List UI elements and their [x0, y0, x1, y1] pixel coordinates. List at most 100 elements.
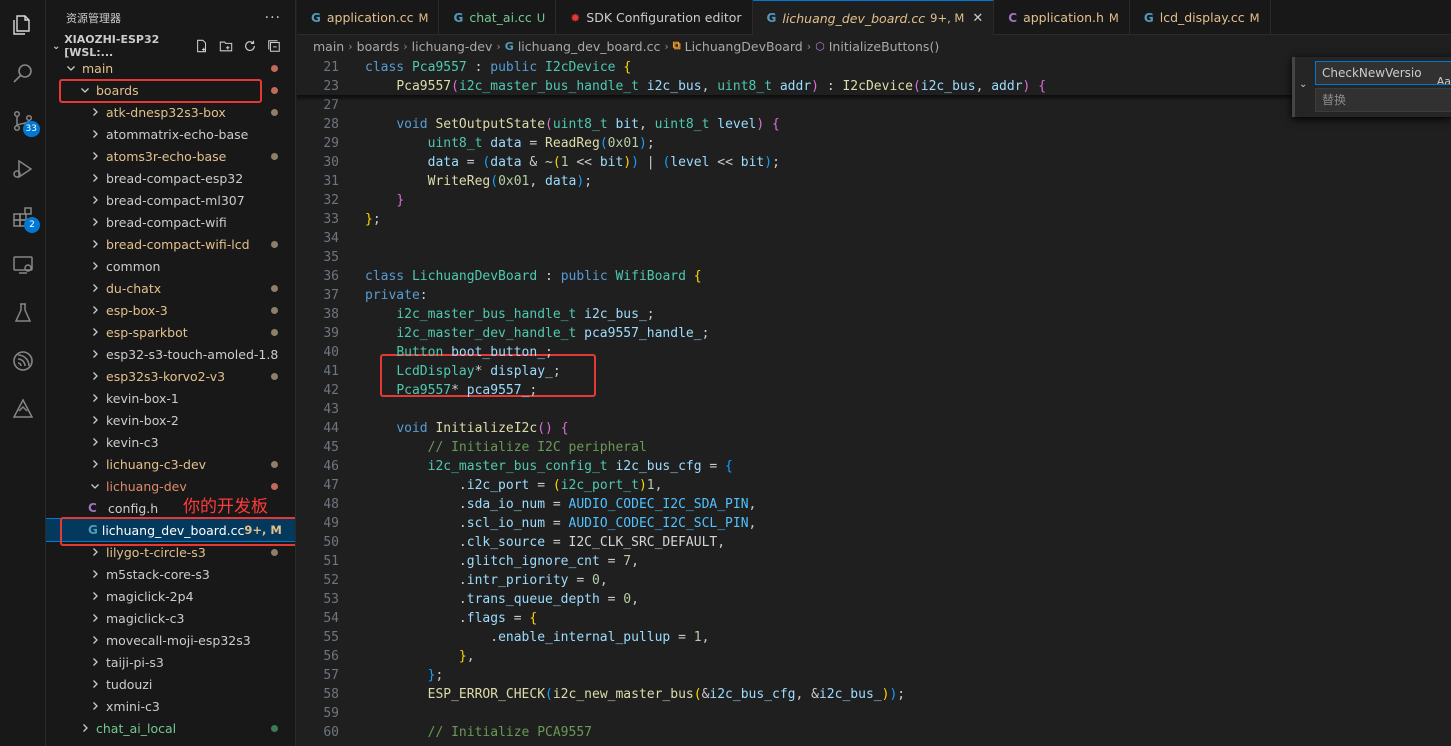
- chevron-right-icon: ›: [348, 39, 353, 53]
- breadcrumb-lichuang-dev[interactable]: lichuang-dev: [412, 39, 493, 54]
- explorer-icon[interactable]: [8, 10, 38, 40]
- chevron-right-icon: ›: [806, 39, 812, 53]
- folder-item[interactable]: esp-sparkbot: [46, 321, 295, 343]
- folder-item[interactable]: kevin-box-2: [46, 409, 295, 431]
- breadcrumb-boards[interactable]: boards: [357, 39, 400, 54]
- editor-tab[interactable]: Glcd_display.cc M: [1130, 0, 1271, 35]
- chevron-right-icon: [88, 149, 102, 163]
- folder-item[interactable]: main: [46, 57, 295, 79]
- line-number: 60: [323, 725, 339, 740]
- search-icon[interactable]: [8, 58, 38, 88]
- breadcrumb-file[interactable]: lichuang_dev_board.cc: [518, 39, 661, 54]
- tab-label: application.cc: [326, 10, 414, 25]
- folder-item[interactable]: kevin-box-1: [46, 387, 295, 409]
- collapse-all-icon[interactable]: [265, 37, 283, 55]
- esp-idf-icon[interactable]: [8, 346, 38, 376]
- line-number: 46: [323, 459, 339, 474]
- editor-tab[interactable]: Gchat_ai.cc U: [439, 0, 557, 35]
- editor-tab[interactable]: Gapplication.cc M: [297, 0, 440, 35]
- sticky-scroll-shadow: [297, 95, 1451, 101]
- extensions-icon[interactable]: 2: [8, 202, 40, 233]
- folder-item[interactable]: bread-compact-esp32: [46, 167, 295, 189]
- tree-item-label: kevin-c3: [106, 434, 159, 450]
- tree-item-label: tudouzi: [106, 676, 153, 692]
- folder-item[interactable]: esp32-s3-touch-amoled-1.8: [46, 343, 295, 365]
- refresh-icon[interactable]: [241, 37, 259, 55]
- code-text: Button boot_button_;: [396, 345, 553, 360]
- folder-item[interactable]: bread-compact-wifi: [46, 211, 295, 233]
- line-number: 52: [323, 573, 339, 588]
- line-number: 31: [323, 174, 339, 189]
- line-number: 32: [323, 193, 339, 208]
- activity-bar: 33 2: [0, 0, 46, 746]
- replace-input[interactable]: 替换: [1315, 88, 1451, 112]
- folder-item[interactable]: magiclick-2p4: [46, 585, 295, 607]
- modified-dot: [271, 548, 278, 556]
- more-actions-button[interactable]: ···: [265, 10, 281, 26]
- code-editor[interactable]: 21 class Pca9557 : public I2cDevice {23 P…: [297, 57, 1451, 746]
- folder-item[interactable]: bread-compact-wifi-lcd: [46, 233, 295, 255]
- folder-item[interactable]: taiji-pi-s3: [46, 651, 295, 673]
- file-item[interactable]: Glichuang_dev_board.cc 9+, M: [46, 518, 295, 542]
- folder-item[interactable]: m5stack-core-s3: [46, 563, 295, 585]
- breadcrumb-method[interactable]: InitializeButtons(): [829, 39, 939, 54]
- folder-item[interactable]: esp-box-3: [46, 299, 295, 321]
- folder-item[interactable]: boards: [46, 79, 295, 101]
- code-line: 47 .i2c_port = (i2c_port_t)1,: [297, 476, 1451, 495]
- match-case-toggle[interactable]: Aa: [1437, 71, 1451, 84]
- folder-item[interactable]: atoms3r-echo-base: [46, 145, 295, 167]
- folder-item[interactable]: movecall-moji-esp32s3: [46, 629, 295, 651]
- folder-item[interactable]: atommatrix-echo-base: [46, 123, 295, 145]
- folder-item[interactable]: tudouzi: [46, 673, 295, 695]
- source-control-icon[interactable]: 33: [8, 106, 40, 137]
- code-line: 43: [297, 400, 1451, 419]
- folder-item[interactable]: bread-compact-ml307: [46, 189, 295, 211]
- editor-tab[interactable]: Glichuang_dev_board.cc 9+, M ✕: [752, 0, 995, 35]
- folder-item[interactable]: magiclick-c3: [46, 607, 295, 629]
- code-text: .intr_priority = 0,: [365, 573, 608, 588]
- remote-explorer-icon[interactable]: [8, 250, 38, 280]
- code-line: 31 WriteReg(0x01, data);: [297, 172, 1451, 191]
- modified-dot: [271, 372, 278, 380]
- tree-item-label: m5stack-core-s3: [106, 566, 210, 582]
- folder-item[interactable]: kevin-c3: [46, 431, 295, 453]
- folder-item[interactable]: du-chatx: [46, 277, 295, 299]
- new-file-icon[interactable]: [193, 37, 211, 55]
- run-debug-icon[interactable]: [8, 154, 38, 184]
- folder-item[interactable]: xmini-c3: [46, 695, 295, 717]
- editor-tab[interactable]: ✹ SDK Configuration editor: [556, 0, 753, 35]
- folder-item[interactable]: esp32s3-korvo2-v3: [46, 365, 295, 387]
- folder-item[interactable]: lichuang-c3-dev: [46, 453, 295, 475]
- editor-tab[interactable]: Capplication.h M: [994, 0, 1130, 35]
- testing-icon[interactable]: [8, 298, 38, 328]
- chevron-right-icon: ›: [664, 39, 669, 53]
- close-icon[interactable]: ✕: [972, 11, 983, 26]
- breadcrumb-class[interactable]: LichuangDevBoard: [685, 39, 803, 54]
- folder-item[interactable]: chat_ai_local: [46, 717, 295, 739]
- chevron-right-icon: ›: [496, 39, 501, 53]
- folder-item[interactable]: atk-dnesp32s3-box: [46, 101, 295, 123]
- modified-dot: [271, 152, 278, 160]
- breadcrumb-main[interactable]: main: [313, 39, 344, 54]
- cpp-file-icon: G: [88, 523, 98, 537]
- find-input[interactable]: CheckNewVersio Aa: [1315, 61, 1451, 85]
- workspace-row[interactable]: ⌄ XIAOZHI-ESP32 [WSL:...: [46, 33, 295, 59]
- tree-item-label: kevin-box-1: [106, 390, 179, 406]
- tree-item-label: common: [106, 258, 161, 274]
- line-number: 58: [323, 687, 339, 702]
- code-text: private:: [365, 288, 428, 303]
- line-number: 54: [323, 611, 339, 626]
- code-line: 54 .flags = {: [297, 609, 1451, 628]
- tab-label: chat_ai.cc: [469, 10, 532, 25]
- code-line: 46 i2c_master_bus_config_t i2c_bus_cfg =…: [297, 457, 1451, 476]
- chevron-down-icon: [64, 61, 78, 75]
- tab-status: U: [536, 10, 546, 25]
- code-text: void InitializeI2c() {: [396, 421, 569, 436]
- folder-item[interactable]: common: [46, 255, 295, 277]
- chevron-right-icon: [88, 435, 102, 449]
- chevron-down-icon[interactable]: ⌄: [1299, 79, 1307, 90]
- idf-explorer-icon[interactable]: [8, 394, 38, 424]
- new-folder-icon[interactable]: [217, 37, 235, 55]
- code-text: i2c_master_bus_config_t i2c_bus_cfg = {: [427, 459, 733, 474]
- folder-item[interactable]: lilygo-t-circle-s3: [46, 541, 295, 563]
